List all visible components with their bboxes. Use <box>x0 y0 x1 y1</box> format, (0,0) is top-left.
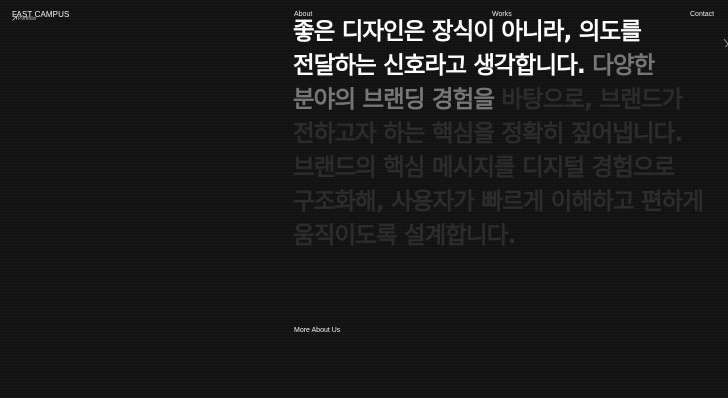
site-logo[interactable]: FAST CAMPUS Portfolio <box>12 10 82 26</box>
slash-icon <box>723 35 728 47</box>
intro-headline: 좋은 디자인은 장식이 아니라, 의도를 전달하는 신호라고 생각합니다. 다양… <box>293 14 723 252</box>
more-about-us-link[interactable]: More About Us <box>294 327 340 334</box>
arrow-icon <box>12 16 17 21</box>
logo-subtext-label: Portfolio <box>18 16 37 22</box>
